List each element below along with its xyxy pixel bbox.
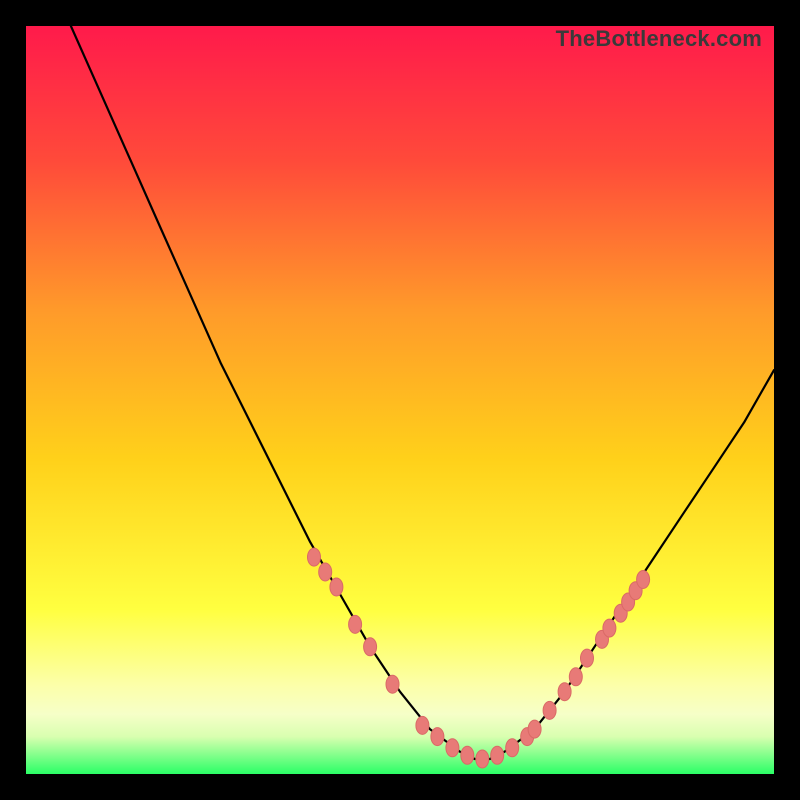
marker-dot	[319, 563, 332, 581]
marker-dot	[528, 720, 541, 738]
marker-dot	[330, 578, 343, 596]
marker-dot	[506, 739, 519, 757]
bottleneck-curve	[71, 26, 774, 759]
chart-frame: TheBottleneck.com	[16, 16, 784, 784]
marker-dot	[386, 675, 399, 693]
marker-group	[308, 548, 650, 768]
marker-dot	[581, 649, 594, 667]
plot-area: TheBottleneck.com	[26, 26, 774, 774]
chart-svg	[26, 26, 774, 774]
marker-dot	[446, 739, 459, 757]
marker-dot	[491, 746, 504, 764]
marker-dot	[558, 683, 571, 701]
marker-dot	[603, 619, 616, 637]
marker-dot	[543, 701, 556, 719]
marker-dot	[431, 728, 444, 746]
marker-dot	[349, 615, 362, 633]
marker-dot	[364, 638, 377, 656]
marker-dot	[569, 668, 582, 686]
marker-dot	[476, 750, 489, 768]
marker-dot	[637, 571, 650, 589]
marker-dot	[461, 746, 474, 764]
marker-dot	[416, 716, 429, 734]
marker-dot	[308, 548, 321, 566]
